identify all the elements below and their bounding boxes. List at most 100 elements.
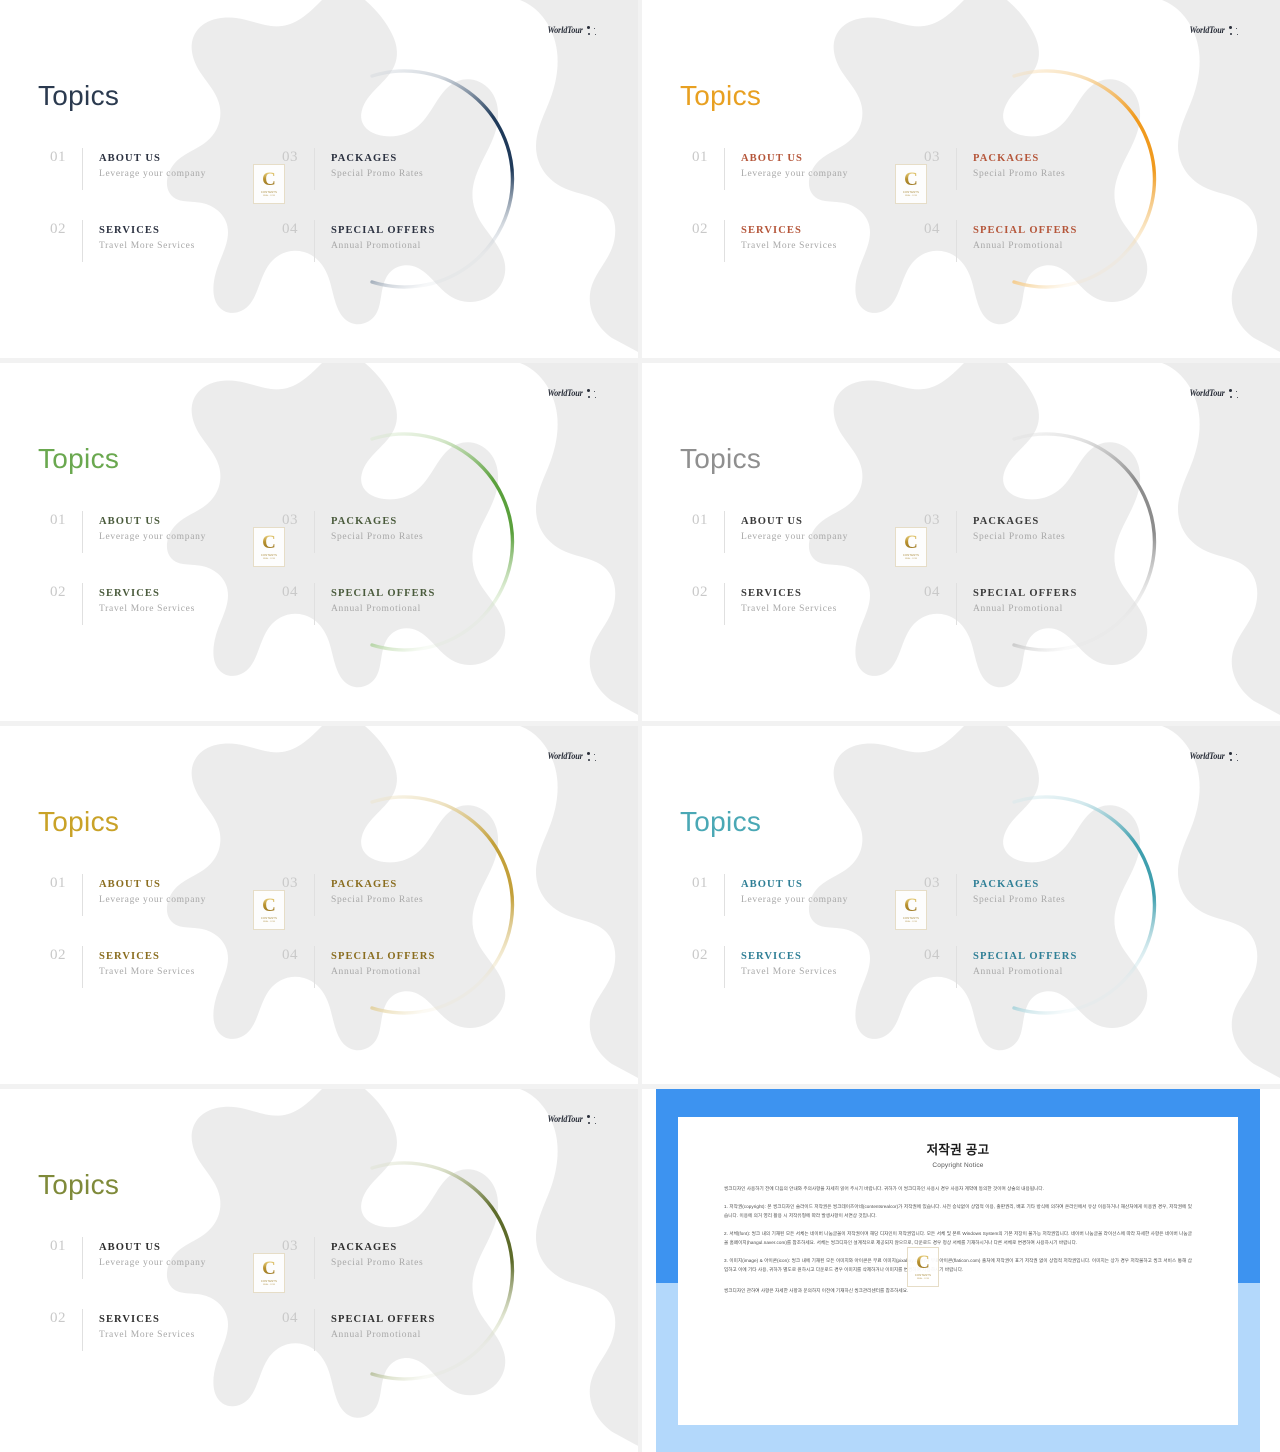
topic-item[interactable]: 04 SPECIAL OFFERS Annual Promotional	[282, 583, 514, 625]
topic-heading: ABOUT US	[99, 1242, 161, 1253]
topic-number: 04	[282, 584, 298, 600]
topic-heading: ABOUT US	[741, 516, 803, 527]
topic-item[interactable]: 01 ABOUT US Leverage your company	[692, 511, 924, 553]
topic-text: SPECIAL OFFERS Annual Promotional	[314, 946, 435, 988]
topic-subtitle: Leverage your company	[741, 532, 849, 542]
page-title: Topics	[38, 443, 120, 474]
brand-name: WorldTour	[1189, 25, 1225, 35]
topic-number: 02	[692, 221, 708, 237]
topic-item[interactable]: 02 SERVICES Travel More Services	[692, 220, 924, 262]
copyright-paper: 저작권 공고 Copyright Notice 씽크디자인 사용하기 전에 다음…	[678, 1117, 1238, 1425]
slide-thumbnail-orange[interactable]: WorldTour Topics 01 ABOUT US Leverage yo…	[642, 0, 1280, 358]
brand-name: WorldTour	[1189, 751, 1225, 761]
topic-item[interactable]: 04 SPECIAL OFFERS Annual Promotional	[924, 583, 1156, 625]
topic-item[interactable]: 03 PACKAGES Special Promo Rates	[924, 874, 1156, 916]
slide-thumbnail-olive[interactable]: WorldTour Topics 01 ABOUT US Leverage yo…	[0, 1089, 638, 1452]
topic-item[interactable]: 04 SPECIAL OFFERS Annual Promotional	[924, 946, 1156, 988]
topic-number: 04	[924, 584, 940, 600]
topic-heading: SPECIAL OFFERS	[331, 951, 436, 962]
topic-number: 03	[282, 875, 298, 891]
brand-logo: WorldTour	[546, 752, 602, 764]
copyright-section-1: 1. 저작권(copyright): 본 씽크디자인 슬라이드 저작권은 씽크데…	[724, 1203, 1192, 1218]
topic-item[interactable]: 03 PACKAGES Special Promo Rates	[924, 511, 1156, 553]
brand-name: WorldTour	[547, 25, 583, 35]
topic-heading: SERVICES	[741, 225, 802, 236]
copyright-notice-slide[interactable]: 저작권 공고 Copyright Notice 씽크디자인 사용하기 전에 다음…	[642, 1089, 1280, 1452]
topic-number: 02	[50, 584, 66, 600]
topic-heading: ABOUT US	[99, 879, 161, 890]
brand-name: WorldTour	[1189, 388, 1225, 398]
slide-thumbnail-teal[interactable]: WorldTour Topics 01 ABOUT US Leverage yo…	[642, 726, 1280, 1084]
topic-number: 01	[692, 512, 708, 528]
topic-item[interactable]: 04 SPECIAL OFFERS Annual Promotional	[282, 1309, 514, 1351]
topic-item[interactable]: 01 ABOUT US Leverage your company	[692, 148, 924, 190]
topic-item[interactable]: 03 PACKAGES Special Promo Rates	[282, 511, 514, 553]
brand-logo: WorldTour	[1188, 752, 1244, 764]
topic-item[interactable]: 02 SERVICES Travel More Services	[692, 583, 924, 625]
topic-item[interactable]: 04 SPECIAL OFFERS Annual Promotional	[282, 220, 514, 262]
topic-number: 02	[692, 584, 708, 600]
slide-thumbnail-gray[interactable]: WorldTour Topics 01 ABOUT US Leverage yo…	[642, 363, 1280, 721]
topic-heading: SERVICES	[99, 1314, 160, 1325]
topic-item[interactable]: 02 SERVICES Travel More Services	[50, 1309, 282, 1351]
topic-heading: SPECIAL OFFERS	[331, 1314, 436, 1325]
topic-heading: ABOUT US	[99, 516, 161, 527]
topic-number: 01	[50, 875, 66, 891]
topic-item[interactable]: 02 SERVICES Travel More Services	[50, 220, 282, 262]
topic-item[interactable]: 03 PACKAGES Special Promo Rates	[924, 148, 1156, 190]
topic-item[interactable]: 04 SPECIAL OFFERS Annual Promotional	[924, 220, 1156, 262]
topic-item[interactable]: 01 ABOUT US Leverage your company	[50, 148, 282, 190]
topics-list: 01 ABOUT US Leverage your company 03 PAC…	[50, 1237, 510, 1351]
topic-heading: PACKAGES	[331, 1242, 398, 1253]
topic-subtitle: Travel More Services	[99, 604, 195, 614]
topic-item[interactable]: 03 PACKAGES Special Promo Rates	[282, 874, 514, 916]
topic-heading: ABOUT US	[741, 153, 803, 164]
topic-text: SPECIAL OFFERS Annual Promotional	[956, 946, 1077, 988]
copyright-section-3: 3. 이미지(image) & 아이콘(icon): 씽크 내에 기재된 모든 …	[724, 1257, 1192, 1272]
slide-thumbnail-navy[interactable]: WorldTour Topics 01 ABOUT US Leverage yo…	[0, 0, 638, 358]
sparkle-icon	[586, 1115, 602, 1127]
topic-item[interactable]: 02 SERVICES Travel More Services	[50, 946, 282, 988]
topic-text: SPECIAL OFFERS Annual Promotional	[314, 1309, 435, 1351]
topic-number: 03	[282, 1238, 298, 1254]
topic-subtitle: Annual Promotional	[331, 241, 421, 251]
topics-list: 01 ABOUT US Leverage your company 03 PAC…	[50, 148, 510, 262]
topic-item[interactable]: 02 SERVICES Travel More Services	[50, 583, 282, 625]
topic-subtitle: Annual Promotional	[331, 1330, 421, 1340]
sparkle-icon	[1228, 752, 1244, 764]
slide-thumbnail-gold[interactable]: WorldTour Topics 01 ABOUT US Leverage yo…	[0, 726, 638, 1084]
topic-item[interactable]: 01 ABOUT US Leverage your company	[692, 874, 924, 916]
topic-subtitle: Annual Promotional	[973, 241, 1063, 251]
topic-heading: SPECIAL OFFERS	[973, 225, 1078, 236]
topic-item[interactable]: 04 SPECIAL OFFERS Annual Promotional	[282, 946, 514, 988]
topic-subtitle: Travel More Services	[99, 967, 195, 977]
topic-subtitle: Leverage your company	[99, 169, 207, 179]
topic-number: 02	[50, 947, 66, 963]
topic-item[interactable]: 03 PACKAGES Special Promo Rates	[282, 1237, 514, 1279]
topic-subtitle: Special Promo Rates	[331, 169, 424, 179]
topic-number: 02	[50, 1310, 66, 1326]
topic-number: 03	[924, 512, 940, 528]
topic-item[interactable]: 01 ABOUT US Leverage your company	[50, 874, 282, 916]
topic-text: SERVICES Travel More Services	[724, 946, 837, 988]
topic-heading: PACKAGES	[331, 879, 398, 890]
topic-subtitle: Special Promo Rates	[331, 532, 424, 542]
copyright-section-2: 2. 서체(font): 씽크 내의 기재된 모든 서체는 네이버 나눔글꼴이 …	[724, 1230, 1192, 1245]
topic-text: PACKAGES Special Promo Rates	[314, 1237, 423, 1279]
sparkle-icon	[586, 389, 602, 401]
topic-subtitle: Annual Promotional	[973, 967, 1063, 977]
topic-text: ABOUT US Leverage your company	[724, 148, 848, 190]
topic-text: ABOUT US Leverage your company	[82, 148, 206, 190]
topic-number: 02	[692, 947, 708, 963]
topic-subtitle: Special Promo Rates	[973, 169, 1066, 179]
topic-item[interactable]: 01 ABOUT US Leverage your company	[50, 511, 282, 553]
topic-item[interactable]: 02 SERVICES Travel More Services	[692, 946, 924, 988]
topic-text: PACKAGES Special Promo Rates	[956, 874, 1065, 916]
topic-subtitle: Leverage your company	[741, 169, 849, 179]
slide-thumbnail-green[interactable]: WorldTour Topics 01 ABOUT US Leverage yo…	[0, 363, 638, 721]
topic-item[interactable]: 03 PACKAGES Special Promo Rates	[282, 148, 514, 190]
topic-subtitle: Special Promo Rates	[331, 895, 424, 905]
topic-item[interactable]: 01 ABOUT US Leverage your company	[50, 1237, 282, 1279]
copyright-body: 씽크디자인 사용하기 전에 다음의 안내와 주의사항을 자세히 읽어 주시기 바…	[724, 1185, 1192, 1296]
topic-subtitle: Special Promo Rates	[973, 532, 1066, 542]
